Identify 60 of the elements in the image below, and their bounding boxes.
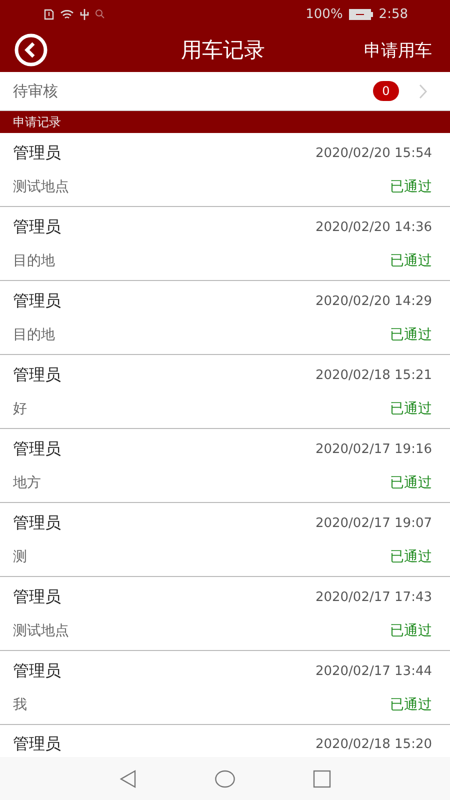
record-time: 2020/02/18 15:21 <box>315 368 432 383</box>
search-icon <box>95 9 105 19</box>
record-status: 已通过 <box>390 178 432 196</box>
destination: 测 <box>13 548 27 566</box>
clock: 2:58 <box>378 6 408 22</box>
record-status: 已通过 <box>390 548 432 566</box>
pending-label: 待审核 <box>13 82 59 100</box>
chevron-right-icon <box>419 84 428 98</box>
record-time: 2020/02/17 13:44 <box>315 664 432 679</box>
applicant-name: 管理员 <box>13 143 61 164</box>
applicant-name: 管理员 <box>13 587 61 608</box>
record-time: 2020/02/17 17:43 <box>315 590 432 605</box>
destination: 目的地 <box>13 252 55 270</box>
record-time: 2020/02/20 14:36 <box>315 220 432 235</box>
wifi-icon <box>60 8 74 20</box>
record-status: 已通过 <box>390 400 432 418</box>
section-label: 申请记录 <box>13 114 61 130</box>
record-status: 已通过 <box>390 696 432 714</box>
usb-icon <box>80 8 89 20</box>
destination: 好 <box>13 400 27 418</box>
applicant-name: 管理员 <box>13 291 61 312</box>
recents-nav-icon[interactable] <box>313 770 331 788</box>
back-nav-icon[interactable] <box>119 770 137 788</box>
record-status: 已通过 <box>390 252 432 270</box>
record-status: 已通过 <box>390 474 432 492</box>
record-status: 已通过 <box>390 622 432 640</box>
back-button[interactable] <box>14 33 48 67</box>
apply-button[interactable]: 申请用车 <box>364 38 432 62</box>
destination: 我 <box>13 696 27 714</box>
record-status: 已通过 <box>390 326 432 344</box>
battery-icon <box>348 8 373 20</box>
record-time: 2020/02/20 15:54 <box>315 146 432 161</box>
record-time: 2020/02/18 15:20 <box>315 737 432 752</box>
record-item[interactable]: 管理员 2020/02/17 17:43 测试地点 已通过 <box>0 577 450 651</box>
destination: 测试地点 <box>13 178 69 196</box>
record-time: 2020/02/17 19:16 <box>315 442 432 457</box>
record-item[interactable]: 管理员 2020/02/17 13:44 我 已通过 <box>0 651 450 725</box>
destination: 测试地点 <box>13 622 69 640</box>
record-item[interactable]: 管理员 2020/02/18 15:20 <box>0 725 450 755</box>
applicant-name: 管理员 <box>13 365 61 386</box>
record-item[interactable]: 管理员 2020/02/20 14:36 目的地 已通过 <box>0 207 450 281</box>
destination: 地方 <box>13 474 41 492</box>
home-nav-icon[interactable] <box>215 770 235 788</box>
applicant-name: 管理员 <box>13 513 61 534</box>
record-item[interactable]: 管理员 2020/02/20 14:29 目的地 已通过 <box>0 281 450 355</box>
record-time: 2020/02/20 14:29 <box>315 294 432 309</box>
applicant-name: 管理员 <box>13 217 61 238</box>
record-item[interactable]: 管理员 2020/02/17 19:16 地方 已通过 <box>0 429 450 503</box>
sim-icon <box>44 8 54 20</box>
record-item[interactable]: 管理员 2020/02/17 19:07 测 已通过 <box>0 503 450 577</box>
battery-percent: 100% <box>306 6 343 22</box>
count-badge: 0 <box>373 81 399 101</box>
applicant-name: 管理员 <box>13 439 61 460</box>
page-title: 用车记录 <box>181 37 265 64</box>
destination: 目的地 <box>13 326 55 344</box>
record-item[interactable]: 管理员 2020/02/20 15:54 测试地点 已通过 <box>0 133 450 207</box>
applicant-name: 管理员 <box>13 734 61 755</box>
applicant-name: 管理员 <box>13 661 61 682</box>
record-time: 2020/02/17 19:07 <box>315 516 432 531</box>
record-item[interactable]: 管理员 2020/02/18 15:21 好 已通过 <box>0 355 450 429</box>
